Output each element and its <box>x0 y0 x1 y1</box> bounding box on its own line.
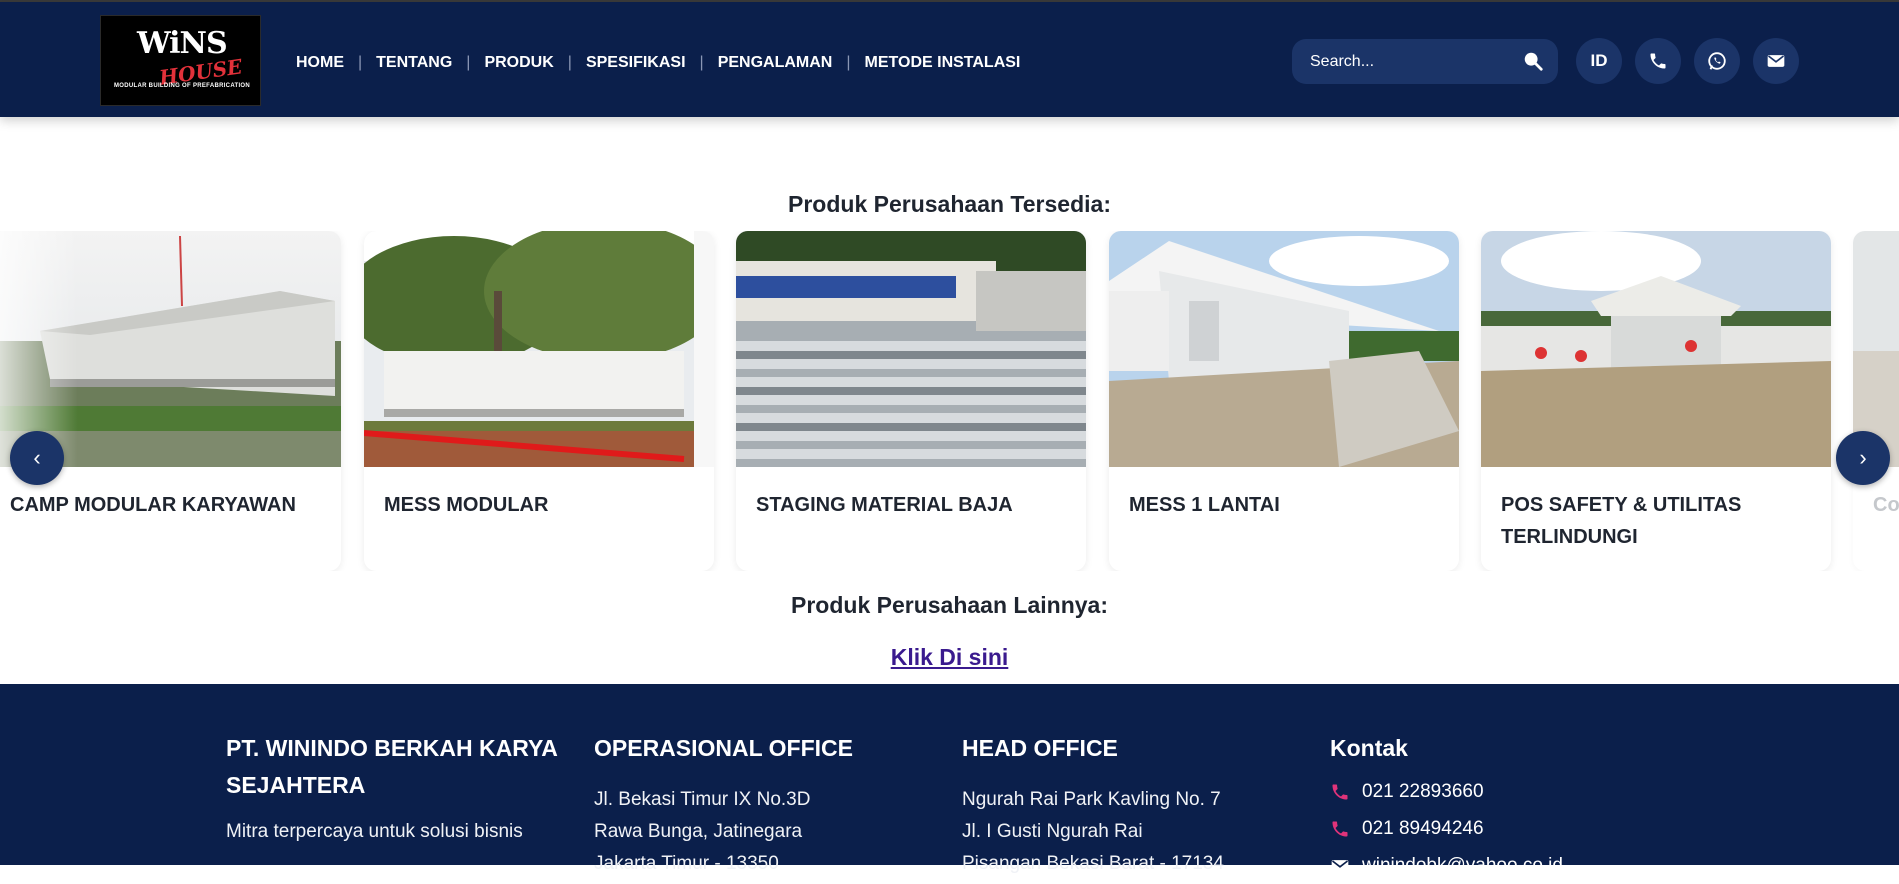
other-products-title: Produk Perusahaan Lainnya: <box>791 592 1108 618</box>
product-card-mess-1-lantai[interactable]: MESS 1 LANTAI <box>1109 231 1459 571</box>
footer-operational-office: OPERASIONAL OFFICE Jl. Bekasi Timur IX N… <box>594 730 934 880</box>
nav-separator: | <box>358 54 363 71</box>
footer-email[interactable]: winindobk@yahoo.co.id <box>1330 847 1670 884</box>
nav-produk[interactable]: PRODUK <box>484 54 553 72</box>
footer-ops-line3: Jakarta Timur - 13350 <box>594 853 779 874</box>
footer-head-title: HEAD OFFICE <box>962 735 1118 761</box>
product-label-camp-modular: CAMP MODULAR KARYAWAN <box>10 494 296 516</box>
footer-head-office: HEAD OFFICE Ngurah Rai Park Kavling No. … <box>962 730 1302 880</box>
search-icon[interactable] <box>1522 50 1544 72</box>
other-products-link[interactable]: Klik Di sini <box>891 644 1009 670</box>
product-card-next[interactable]: Co <box>1853 231 1899 571</box>
product-image-mess-modular <box>364 231 714 467</box>
site-header: WiNS HOUSE MODULAR BUILDING OF PREFABRIC… <box>0 2 1899 117</box>
footer-head-line2: Jl. I Gusti Ngurah Rai <box>962 821 1143 842</box>
language-button[interactable]: ID <box>1576 38 1622 84</box>
nav-metode-instalasi[interactable]: METODE INSTALASI <box>865 54 1021 72</box>
footer-email-text: winindobk@yahoo.co.id <box>1362 855 1563 876</box>
phone-icon <box>1332 821 1348 836</box>
whatsapp-button[interactable] <box>1694 38 1740 84</box>
search-input[interactable] <box>1310 52 1520 71</box>
chevron-left-icon: ‹ <box>33 445 41 470</box>
phone-icon <box>1332 784 1348 799</box>
product-image-camp-modular <box>0 231 341 467</box>
product-label-mess-1-lantai: MESS 1 LANTAI <box>1129 494 1280 516</box>
footer-ops-line2: Rawa Bunga, Jatinegara <box>594 821 803 842</box>
footer-ops-title: OPERASIONAL OFFICE <box>594 735 853 761</box>
footer-contact-title: Kontak <box>1330 735 1408 761</box>
nav-separator: | <box>466 54 471 71</box>
footer-ops-line1: Jl. Bekasi Timur IX No.3D <box>594 789 811 810</box>
products-title: Produk Perusahaan Tersedia: <box>788 191 1111 217</box>
mail-icon <box>1767 55 1785 67</box>
nav-tentang[interactable]: TENTANG <box>376 54 452 72</box>
logo-tagline: MODULAR BUILDING OF PREFABRICATION <box>113 83 251 89</box>
product-carousel: CAMP MODULAR KARYAWAN MESS MODULAR STAGI… <box>0 231 1899 571</box>
product-image-pos-safety <box>1481 231 1831 467</box>
footer-company-name: PT. WININDO BERKAH KARYA SEJAHTERA <box>226 735 557 798</box>
footer-phone-2-text: 021 89494246 <box>1362 818 1484 839</box>
nav-home[interactable]: HOME <box>296 54 344 72</box>
footer-contact: Kontak 021 22893660 021 89494246 winindo… <box>1330 730 1670 884</box>
product-card-camp-modular[interactable]: CAMP MODULAR KARYAWAN <box>0 231 341 571</box>
footer-company: PT. WININDO BERKAH KARYA SEJAHTERA Mitra… <box>226 730 566 848</box>
product-label-staging-material-baja: STAGING MATERIAL BAJA <box>756 494 1013 516</box>
product-image-staging-material-baja <box>736 231 1086 467</box>
site-footer: PT. WININDO BERKAH KARYA SEJAHTERA Mitra… <box>0 684 1899 876</box>
other-products-link-wrap: Klik Di sini <box>0 644 1899 671</box>
language-label: ID <box>1590 51 1608 70</box>
carousel-next-button[interactable]: › <box>1836 431 1890 485</box>
nav-spesifikasi[interactable]: SPESIFIKASI <box>586 54 686 72</box>
whatsapp-icon <box>1708 52 1726 70</box>
nav-pengalaman[interactable]: PENGALAMAN <box>718 54 833 72</box>
search-box <box>1292 39 1558 84</box>
brand-logo[interactable]: WiNS HOUSE MODULAR BUILDING OF PREFABRIC… <box>100 15 261 106</box>
product-card-staging-material-baja[interactable]: STAGING MATERIAL BAJA <box>736 231 1086 571</box>
mail-icon <box>1331 859 1349 872</box>
nav-separator: | <box>846 54 851 71</box>
product-label-mess-modular: MESS MODULAR <box>384 494 549 516</box>
footer-phone-1-text: 021 22893660 <box>1362 781 1484 802</box>
carousel-prev-button[interactable]: ‹ <box>10 431 64 485</box>
footer-phone-2[interactable]: 021 89494246 <box>1330 810 1670 847</box>
footer-phone-1[interactable]: 021 22893660 <box>1330 773 1670 810</box>
product-label-next: Co <box>1873 494 1899 516</box>
chevron-right-icon: › <box>1859 445 1867 470</box>
phone-icon <box>1650 53 1666 69</box>
product-card-pos-safety[interactable]: POS SAFETY & UTILITAS TERLINDUNGI <box>1481 231 1831 571</box>
footer-head-line1: Ngurah Rai Park Kavling No. 7 <box>962 789 1221 810</box>
logo-wins-text: WiNS <box>137 26 228 61</box>
product-label-pos-safety: POS SAFETY & UTILITAS TERLINDUNGI <box>1501 494 1742 548</box>
product-card-mess-modular[interactable]: MESS MODULAR <box>364 231 714 571</box>
nav-separator: | <box>567 54 572 71</box>
footer-head-line3: Pisangan Bekasi Barat - 17134 <box>962 853 1224 874</box>
footer-company-desc: Mitra terpercaya untuk solusi bisnis <box>226 821 523 842</box>
mail-button[interactable] <box>1753 38 1799 84</box>
nav-separator: | <box>699 54 704 71</box>
main-nav: HOME | TENTANG | PRODUK | SPESIFIKASI | … <box>296 51 1020 75</box>
phone-button[interactable] <box>1635 38 1681 84</box>
product-image-mess-1-lantai <box>1109 231 1459 467</box>
